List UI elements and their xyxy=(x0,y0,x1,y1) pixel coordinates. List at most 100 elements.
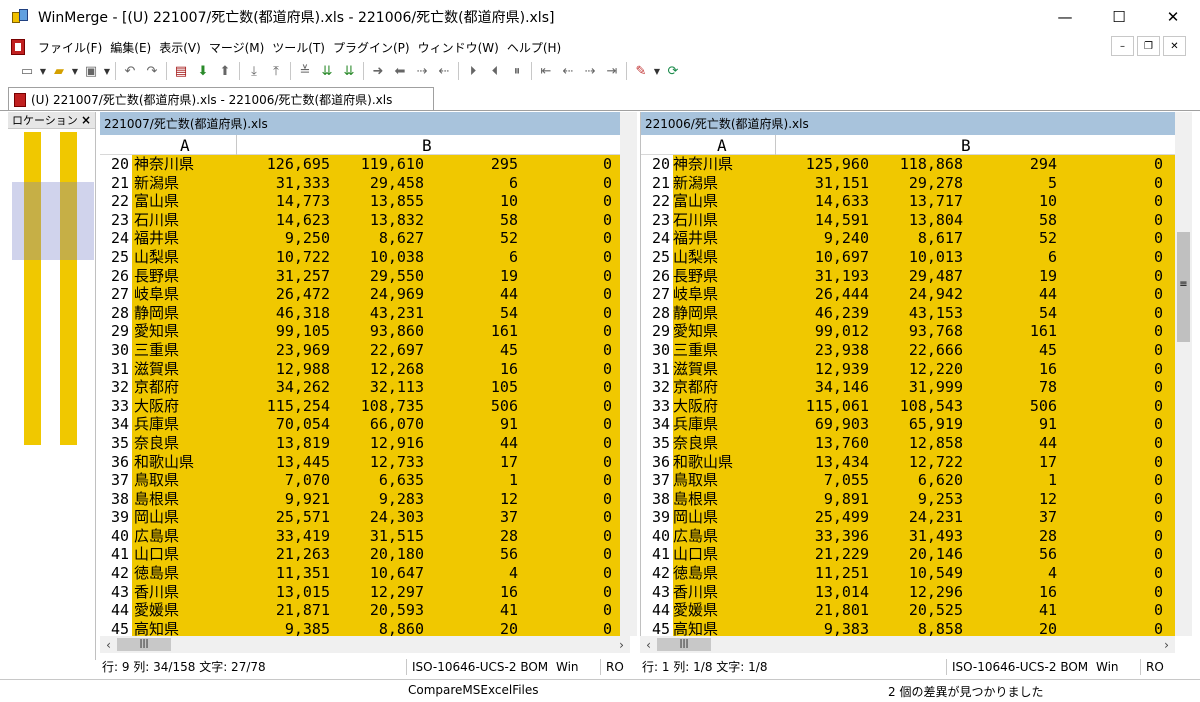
value-cell[interactable]: 105 xyxy=(426,378,518,397)
value-cell[interactable]: 6,635 xyxy=(332,471,424,490)
prefecture-cell[interactable]: 三重県 xyxy=(134,341,234,360)
value-cell[interactable]: 31,333 xyxy=(236,174,330,193)
prefecture-cell[interactable]: 神奈川県 xyxy=(673,155,773,174)
value-cell[interactable]: 8,860 xyxy=(332,620,424,636)
prefecture-cell[interactable]: 富山県 xyxy=(134,192,234,211)
prefecture-cell[interactable]: 福井県 xyxy=(134,229,234,248)
prefecture-cell[interactable]: 山口県 xyxy=(673,545,773,564)
prefecture-cell[interactable]: 福井県 xyxy=(673,229,773,248)
value-cell[interactable]: 69,903 xyxy=(775,415,869,434)
value-cell[interactable]: 13,804 xyxy=(871,211,963,230)
value-cell[interactable]: 0 xyxy=(520,434,612,453)
value-cell[interactable]: 19 xyxy=(426,267,518,286)
table-row[interactable]: 28 静岡県 46,318 43,231 54 0 xyxy=(100,303,620,323)
value-cell[interactable]: 10,038 xyxy=(332,248,424,267)
value-cell[interactable]: 6 xyxy=(426,248,518,267)
table-row[interactable]: 29 愛知県 99,012 93,768 161 0 xyxy=(641,322,1175,341)
value-cell[interactable]: 46,239 xyxy=(775,304,869,323)
value-cell[interactable]: 125,960 xyxy=(775,155,869,174)
prefecture-cell[interactable]: 滋賀県 xyxy=(134,360,234,379)
table-row[interactable]: 23 石川県 14,623 13,832 58 0 xyxy=(100,210,620,230)
prefecture-cell[interactable]: 香川県 xyxy=(134,583,234,602)
value-cell[interactable]: 91 xyxy=(426,415,518,434)
table-row[interactable]: 42 徳島県 11,351 10,647 4 0 xyxy=(100,564,620,583)
value-cell[interactable]: 0 xyxy=(520,285,612,304)
value-cell[interactable]: 54 xyxy=(965,304,1057,323)
prefecture-cell[interactable]: 石川県 xyxy=(673,211,773,230)
prefecture-cell[interactable]: 香川県 xyxy=(673,583,773,602)
value-cell[interactable]: 13,014 xyxy=(775,583,869,602)
value-cell[interactable]: 58 xyxy=(965,211,1057,230)
value-cell[interactable]: 33,396 xyxy=(775,527,869,546)
table-row[interactable]: 24 福井県 9,240 8,617 52 0 xyxy=(641,229,1175,248)
value-cell[interactable]: 126,695 xyxy=(236,155,330,174)
value-cell[interactable]: 0 xyxy=(520,211,612,230)
value-cell[interactable]: 25,499 xyxy=(775,508,869,527)
table-row[interactable]: 25 山梨県 10,697 10,013 6 0 xyxy=(641,247,1175,267)
document-tab[interactable]: (U) 221007/死亡数(都道府県).xls - 221006/死亡数(都道… xyxy=(8,87,434,111)
value-cell[interactable]: 37 xyxy=(965,508,1057,527)
value-cell[interactable]: 506 xyxy=(426,397,518,416)
value-cell[interactable]: 54 xyxy=(426,304,518,323)
left-compare-pane[interactable]: 221007/死亡数(都道府県).xls A B 20 神奈川県 126,695 11… xyxy=(100,112,620,636)
value-cell[interactable]: 93,860 xyxy=(332,322,424,341)
value-cell[interactable]: 52 xyxy=(965,229,1057,248)
location-view-indicator[interactable] xyxy=(12,182,94,260)
value-cell[interactable]: 118,868 xyxy=(871,155,963,174)
value-cell[interactable]: 43,153 xyxy=(871,304,963,323)
value-cell[interactable]: 5 xyxy=(965,174,1057,193)
last-conflict-icon[interactable]: ⇥ xyxy=(601,60,623,82)
value-cell[interactable]: 0 xyxy=(1059,360,1163,379)
value-cell[interactable]: 46,318 xyxy=(236,304,330,323)
value-cell[interactable]: 29,487 xyxy=(871,267,963,286)
value-cell[interactable]: 32,113 xyxy=(332,378,424,397)
value-cell[interactable]: 24,969 xyxy=(332,285,424,304)
value-cell[interactable]: 7,070 xyxy=(236,471,330,490)
value-cell[interactable]: 16 xyxy=(965,360,1057,379)
value-cell[interactable]: 29,458 xyxy=(332,174,424,193)
value-cell[interactable]: 9,253 xyxy=(871,490,963,509)
menu-help[interactable]: ヘルプ(H) xyxy=(503,39,565,56)
value-cell[interactable]: 0 xyxy=(520,341,612,360)
value-cell[interactable]: 45 xyxy=(426,341,518,360)
value-cell[interactable]: 0 xyxy=(1059,378,1163,397)
table-row[interactable]: 41 山口県 21,229 20,146 56 0 xyxy=(641,545,1175,565)
table-row[interactable]: 33 大阪府 115,061 108,543 506 0 xyxy=(641,396,1175,416)
prefecture-cell[interactable]: 兵庫県 xyxy=(673,415,773,434)
menu-merge[interactable]: マージ(M) xyxy=(205,39,268,56)
table-row[interactable]: 38 島根県 9,891 9,253 12 0 xyxy=(641,489,1175,509)
value-cell[interactable]: 12,939 xyxy=(775,360,869,379)
first-conflict-icon[interactable]: ⇤ xyxy=(535,60,557,82)
value-cell[interactable]: 115,061 xyxy=(775,397,869,416)
value-cell[interactable]: 8,858 xyxy=(871,620,963,636)
prefecture-cell[interactable]: 山口県 xyxy=(134,545,234,564)
right-horizontal-thumb[interactable]: ||| xyxy=(657,638,711,651)
value-cell[interactable]: 31,493 xyxy=(871,527,963,546)
table-row[interactable]: 41 山口県 21,263 20,180 56 0 xyxy=(100,545,620,565)
value-cell[interactable]: 0 xyxy=(1059,527,1163,546)
value-cell[interactable]: 23,969 xyxy=(236,341,330,360)
prefecture-cell[interactable]: 愛媛県 xyxy=(134,601,234,620)
value-cell[interactable]: 0 xyxy=(1059,192,1163,211)
winmerge-app-icon[interactable] xyxy=(12,9,30,25)
table-row[interactable]: 24 福井県 9,250 8,627 52 0 xyxy=(100,229,620,248)
prefecture-cell[interactable]: 滋賀県 xyxy=(673,360,773,379)
value-cell[interactable]: 10 xyxy=(426,192,518,211)
value-cell[interactable]: 295 xyxy=(426,155,518,174)
value-cell[interactable]: 0 xyxy=(520,490,612,509)
table-row[interactable]: 30 三重県 23,938 22,666 45 0 xyxy=(641,340,1175,360)
value-cell[interactable]: 26,472 xyxy=(236,285,330,304)
prefecture-cell[interactable]: 新潟県 xyxy=(134,174,234,193)
value-cell[interactable]: 34,146 xyxy=(775,378,869,397)
value-cell[interactable]: 41 xyxy=(426,601,518,620)
value-cell[interactable]: 21,229 xyxy=(775,545,869,564)
value-cell[interactable]: 14,591 xyxy=(775,211,869,230)
value-cell[interactable]: 13,445 xyxy=(236,453,330,472)
scroll-right-arrow-icon[interactable]: › xyxy=(1158,638,1175,652)
value-cell[interactable]: 119,610 xyxy=(332,155,424,174)
document-icon[interactable] xyxy=(11,39,25,55)
table-row[interactable]: 33 大阪府 115,254 108,735 506 0 xyxy=(100,396,620,416)
prev-conflict-icon[interactable]: ⇠ xyxy=(557,60,579,82)
value-cell[interactable]: 0 xyxy=(1059,174,1163,193)
copy-left-icon[interactable]: ⇊ xyxy=(338,60,360,82)
